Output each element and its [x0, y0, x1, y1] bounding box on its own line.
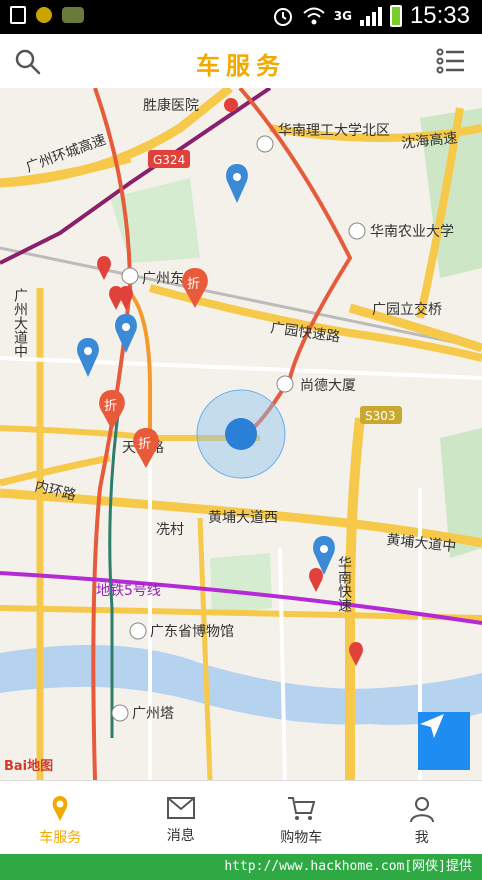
map-label-guangyuan-interchange: 广园立交桥 — [372, 301, 442, 318]
locate-me-button[interactable] — [418, 712, 470, 770]
map-label-canton-tower: 广州塔 — [132, 706, 174, 722]
navigation-arrow-icon — [420, 714, 444, 738]
tab-messages[interactable]: 消息 — [121, 781, 242, 855]
battery-icon — [389, 5, 402, 27]
location-pin-icon — [52, 796, 68, 821]
map-canvas[interactable]: 胜康医院 华南理工大学北区 广州环城高速 沈海高速 G324 华南农业大学 广州… — [0, 88, 482, 780]
map-label-scau: 华南农业大学 — [370, 224, 454, 240]
map-label-museum: 广东省博物馆 — [150, 623, 234, 640]
notification-icon — [36, 7, 52, 23]
map-label-huanan-ex: 华南快速 — [336, 556, 352, 613]
wifi-icon — [303, 7, 325, 25]
poi-icon — [121, 267, 139, 285]
bottom-tab-bar: 车服务 消息 购物车 我 — [0, 780, 482, 855]
gallery-icon — [62, 7, 84, 23]
tab-me[interactable]: 我 — [362, 781, 482, 855]
clock: 15:33 — [409, 2, 470, 29]
signal-icon — [359, 6, 382, 26]
map-label-hospital: 胜康医院 — [143, 97, 199, 114]
tab-label: 我 — [414, 830, 429, 846]
map-label-s303: S303 — [365, 409, 396, 423]
poi-icon — [129, 622, 147, 640]
map-label-metro5: 地铁5号线 — [96, 583, 161, 599]
svg-text:折: 折 — [104, 399, 117, 414]
usb-icon — [10, 6, 26, 24]
poi-icon — [111, 704, 129, 722]
map-label-huangpu-west: 黄埔大道西 — [208, 509, 278, 526]
page-title: 车服务 — [196, 52, 286, 80]
tab-cart[interactable]: 购物车 — [241, 781, 362, 855]
tab-label: 车服务 — [39, 830, 82, 846]
poi-icon — [276, 375, 294, 393]
app-header: 车服务 — [0, 34, 482, 89]
svg-text:折: 折 — [138, 437, 151, 452]
map-label-scut: 华南理工大学北区 — [278, 123, 390, 139]
watermark-footer: http://www.hackhome.com[网侠]提供 — [0, 854, 482, 880]
network-type: 3G — [333, 9, 352, 23]
list-menu-icon[interactable] — [436, 46, 466, 76]
map-label-g324: G324 — [153, 153, 185, 167]
user-icon — [409, 797, 434, 823]
tab-car-service[interactable]: 车服务 — [0, 781, 121, 855]
map-view[interactable]: 胜康医院 华南理工大学北区 广州环城高速 沈海高速 G324 华南农业大学 广州… — [0, 88, 482, 780]
status-bar: 3G 15:33 — [0, 0, 482, 34]
svg-text:折: 折 — [187, 277, 200, 292]
alarm-icon — [273, 8, 292, 26]
poi-icon — [256, 135, 274, 153]
poi-icon — [348, 222, 366, 240]
baidu-map-logo: Bai地图 — [4, 759, 54, 774]
hospital-icon — [224, 98, 238, 112]
envelope-icon — [166, 797, 195, 819]
shopping-cart-icon — [288, 797, 316, 820]
tab-label: 消息 — [166, 828, 195, 844]
map-label-xiancun: 冼村 — [156, 522, 184, 538]
map-label-guangzhou-ave: 广州大道中 — [12, 288, 28, 358]
map-label-shangde: 尚德大厦 — [300, 378, 356, 394]
tab-label: 购物车 — [280, 830, 323, 846]
